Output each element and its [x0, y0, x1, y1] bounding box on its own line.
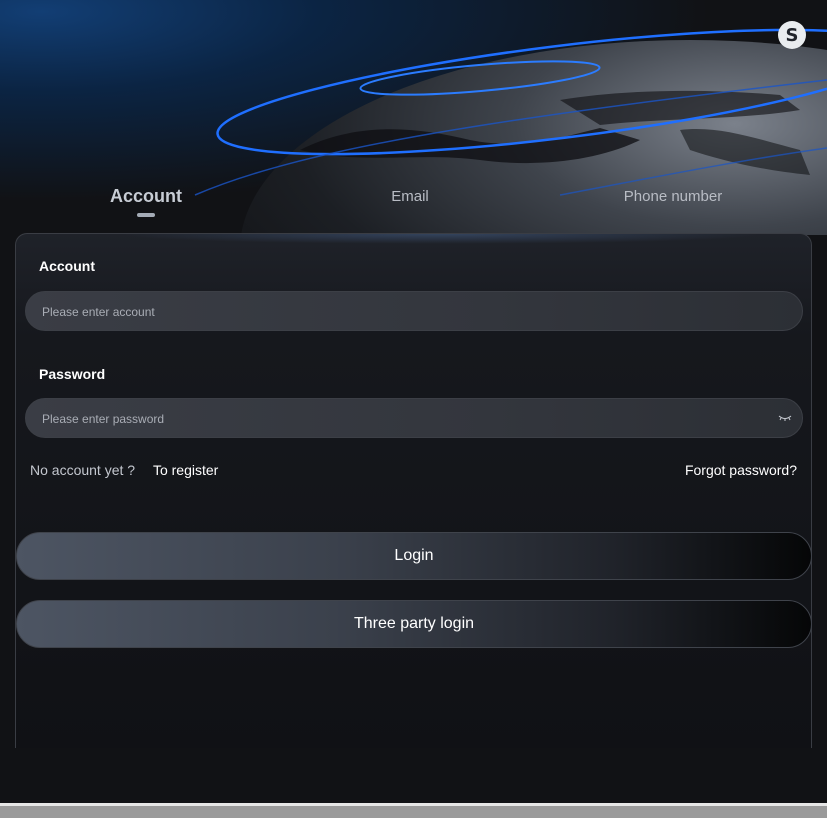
register-prompt: No account yet ? To register: [30, 462, 218, 478]
account-input[interactable]: [40, 292, 764, 332]
active-tab-indicator: [137, 213, 155, 217]
register-link[interactable]: To register: [153, 462, 218, 478]
login-button[interactable]: Login: [16, 532, 812, 580]
account-label: Account: [39, 258, 95, 274]
tab-email[interactable]: Email: [391, 188, 429, 205]
bottom-bar: [0, 803, 827, 818]
forgot-password-link[interactable]: Forgot password?: [685, 462, 797, 478]
password-input[interactable]: [40, 399, 764, 439]
password-label: Password: [39, 366, 106, 382]
three-party-login-button[interactable]: Three party login: [16, 600, 812, 648]
login-card: Account Password No account yet ? To reg…: [15, 233, 812, 748]
tab-account[interactable]: Account: [110, 186, 182, 207]
password-field: [25, 398, 803, 439]
card-glow: [116, 234, 766, 244]
tab-phone-number[interactable]: Phone number: [624, 188, 722, 205]
login-method-tabs: Account Email Phone number: [0, 186, 827, 220]
app-logo: S: [778, 21, 806, 49]
eye-closed-icon[interactable]: [778, 411, 792, 425]
no-account-text: No account yet ?: [30, 462, 136, 478]
account-field: [25, 291, 803, 332]
